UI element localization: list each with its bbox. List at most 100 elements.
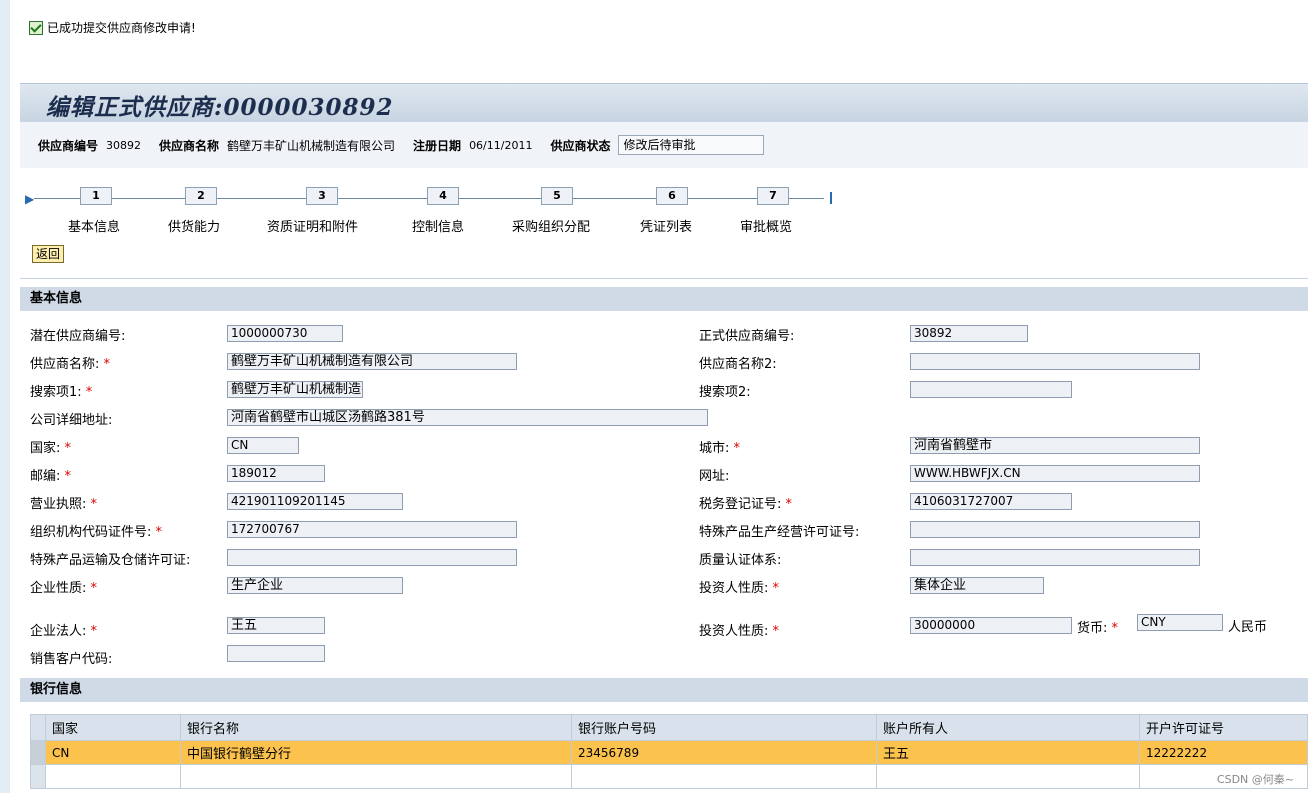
currency-label: 货币: * bbox=[1077, 621, 1119, 636]
cell-account-owner: 王五 bbox=[876, 740, 1140, 765]
business-license-label: 营业执照: * bbox=[30, 497, 98, 512]
checkmark-icon bbox=[29, 20, 43, 35]
city-field[interactable]: 河南省鹤壁市 bbox=[910, 437, 1200, 454]
address-field[interactable]: 河南省鹤壁市山城区汤鹤路381号 bbox=[227, 409, 708, 426]
business-license-field[interactable]: 421901109201145 bbox=[227, 493, 403, 510]
country-field[interactable]: CN bbox=[227, 437, 299, 454]
quality-cert-label: 质量认证体系: bbox=[699, 553, 782, 568]
bank-table: 国家 银行名称 银行账户号码 账户所有人 开户许可证号 CN 中国银行鹤壁分行 … bbox=[30, 714, 1308, 789]
vendor-no-label: 供应商编号 bbox=[38, 138, 99, 153]
special-transport-field[interactable] bbox=[227, 549, 517, 566]
special-product-license-label: 特殊产品生产经营许可证号: bbox=[699, 525, 860, 540]
address-label: 公司详细地址: bbox=[30, 413, 113, 428]
column-header-account-no[interactable]: 银行账户号码 bbox=[571, 714, 877, 741]
vendor-status-value: 修改后待审批 bbox=[618, 135, 765, 155]
reg-date-value: 06/11/2011 bbox=[469, 138, 533, 152]
vendor-header: 供应商编号 30892 供应商名称 鹤壁万丰矿山机械制造有限公司 注册日期 06… bbox=[20, 122, 1308, 169]
currency-field[interactable]: CNY bbox=[1137, 614, 1223, 631]
page-title-bar: 编辑正式供应商:0000030892 bbox=[20, 83, 1308, 122]
roadmap-start-icon: ▶ bbox=[25, 192, 35, 206]
country-label: 国家: * bbox=[30, 441, 72, 456]
vendor-name-label: 供应商名称 bbox=[159, 138, 220, 153]
basic-info-section-title: 基本信息 bbox=[20, 287, 1308, 311]
roadmap-step-7[interactable]: 7 bbox=[757, 187, 789, 205]
table-row-empty[interactable] bbox=[30, 764, 1308, 789]
sales-customer-label: 销售客户代码: bbox=[30, 652, 113, 667]
left-edge-bar bbox=[0, 0, 10, 793]
roadmap-label-2[interactable]: 供货能力 bbox=[168, 216, 220, 235]
watermark: CSDN @何秦~ bbox=[1216, 773, 1294, 786]
roadmap-step-4[interactable]: 4 bbox=[427, 187, 459, 205]
roadmap-step-2[interactable]: 2 bbox=[185, 187, 217, 205]
org-code-field[interactable]: 172700767 bbox=[227, 521, 517, 538]
roadmap-step-3[interactable]: 3 bbox=[306, 187, 338, 205]
vendor-status-label: 供应商状态 bbox=[550, 138, 611, 153]
vendor-name-value: 鹤壁万丰矿山机械制造有限公司 bbox=[227, 138, 396, 153]
cell-empty bbox=[45, 764, 181, 789]
legal-person-field[interactable]: 王五 bbox=[227, 617, 325, 634]
page-title: 编辑正式供应商:0000030892 bbox=[46, 94, 394, 121]
success-message: 已成功提交供应商修改申请! bbox=[29, 19, 196, 36]
roadmap-label-1[interactable]: 基本信息 bbox=[68, 216, 120, 235]
roadmap-label-7[interactable]: 审批概览 bbox=[740, 216, 792, 235]
cell-bank-name: 中国银行鹤壁分行 bbox=[180, 740, 572, 765]
quality-cert-field[interactable] bbox=[910, 549, 1200, 566]
row-selector-header[interactable] bbox=[30, 714, 46, 741]
search-term-1-field[interactable]: 鹤壁万丰矿山机械制造礻 bbox=[227, 381, 363, 398]
row-selector[interactable] bbox=[30, 740, 46, 765]
website-field[interactable]: WWW.HBWFJX.CN bbox=[910, 465, 1200, 482]
investor-type-2-field[interactable]: 30000000 bbox=[910, 617, 1072, 634]
column-header-country[interactable]: 国家 bbox=[45, 714, 181, 741]
investor-type-2-label: 投资人性质: * bbox=[699, 624, 780, 639]
postcode-field[interactable]: 189012 bbox=[227, 465, 325, 482]
potential-vendor-no-field[interactable]: 1000000730 bbox=[227, 325, 343, 342]
roadmap: ▶ 1 2 3 4 5 6 7 基本信息 供货能力 资质证明和附件 控制信息 采… bbox=[20, 168, 1308, 279]
investor-type-field[interactable]: 集体企业 bbox=[910, 577, 1044, 594]
search-term-1-label: 搜索项1: * bbox=[30, 385, 93, 400]
formal-vendor-no-field[interactable]: 30892 bbox=[910, 325, 1028, 342]
vendor-name-label-field: 供应商名称: * bbox=[30, 357, 111, 372]
city-label: 城市: * bbox=[699, 441, 741, 456]
roadmap-step-1[interactable]: 1 bbox=[80, 187, 112, 205]
potential-vendor-no-label: 潜在供应商编号: bbox=[30, 329, 126, 344]
vendor-name-2-label: 供应商名称2: bbox=[699, 357, 777, 372]
bank-table-header: 国家 银行名称 银行账户号码 账户所有人 开户许可证号 bbox=[30, 714, 1308, 741]
vendor-name-field[interactable]: 鹤壁万丰矿山机械制造有限公司 bbox=[227, 353, 517, 370]
search-term-2-field[interactable] bbox=[910, 381, 1072, 398]
table-row[interactable]: CN 中国银行鹤壁分行 23456789 王五 12222222 bbox=[30, 740, 1308, 765]
bank-info-section-title: 银行信息 bbox=[20, 678, 1308, 702]
org-code-label: 组织机构代码证件号: * bbox=[30, 525, 163, 540]
formal-vendor-no-label: 正式供应商编号: bbox=[699, 329, 795, 344]
sales-customer-field[interactable] bbox=[227, 645, 325, 662]
success-message-text: 已成功提交供应商修改申请! bbox=[47, 21, 196, 35]
cell-country: CN bbox=[45, 740, 181, 765]
website-label: 网址: bbox=[699, 469, 730, 484]
roadmap-label-6[interactable]: 凭证列表 bbox=[640, 216, 692, 235]
enterprise-type-field[interactable]: 生产企业 bbox=[227, 577, 403, 594]
cell-license-no: 12222222 bbox=[1139, 740, 1308, 765]
tax-no-label: 税务登记证号: * bbox=[699, 497, 793, 512]
roadmap-label-5[interactable]: 采购组织分配 bbox=[512, 216, 590, 235]
cell-empty bbox=[180, 764, 572, 789]
roadmap-label-4[interactable]: 控制信息 bbox=[412, 216, 464, 235]
roadmap-step-5[interactable]: 5 bbox=[541, 187, 573, 205]
roadmap-label-3[interactable]: 资质证明和附件 bbox=[267, 216, 358, 235]
enterprise-type-label: 企业性质: * bbox=[30, 581, 98, 596]
column-header-license-no[interactable]: 开户许可证号 bbox=[1139, 714, 1308, 741]
special-product-license-field[interactable] bbox=[910, 521, 1200, 538]
row-selector[interactable] bbox=[30, 764, 46, 789]
legal-person-label: 企业法人: * bbox=[30, 624, 98, 639]
vendor-name-2-field[interactable] bbox=[910, 353, 1200, 370]
tax-no-field[interactable]: 4106031727007 bbox=[910, 493, 1072, 510]
investor-type-label: 投资人性质: * bbox=[699, 581, 780, 596]
cell-empty bbox=[876, 764, 1140, 789]
roadmap-step-6[interactable]: 6 bbox=[656, 187, 688, 205]
special-transport-label: 特殊产品运输及仓储许可证: bbox=[30, 553, 191, 568]
column-header-account-owner[interactable]: 账户所有人 bbox=[876, 714, 1140, 741]
column-header-bank-name[interactable]: 银行名称 bbox=[180, 714, 572, 741]
reg-date-label: 注册日期 bbox=[413, 138, 462, 153]
back-button[interactable]: 返回 bbox=[32, 245, 65, 263]
cell-account-no: 23456789 bbox=[571, 740, 877, 765]
currency-text: 人民币 bbox=[1228, 620, 1268, 635]
postcode-label: 邮编: * bbox=[30, 469, 72, 484]
